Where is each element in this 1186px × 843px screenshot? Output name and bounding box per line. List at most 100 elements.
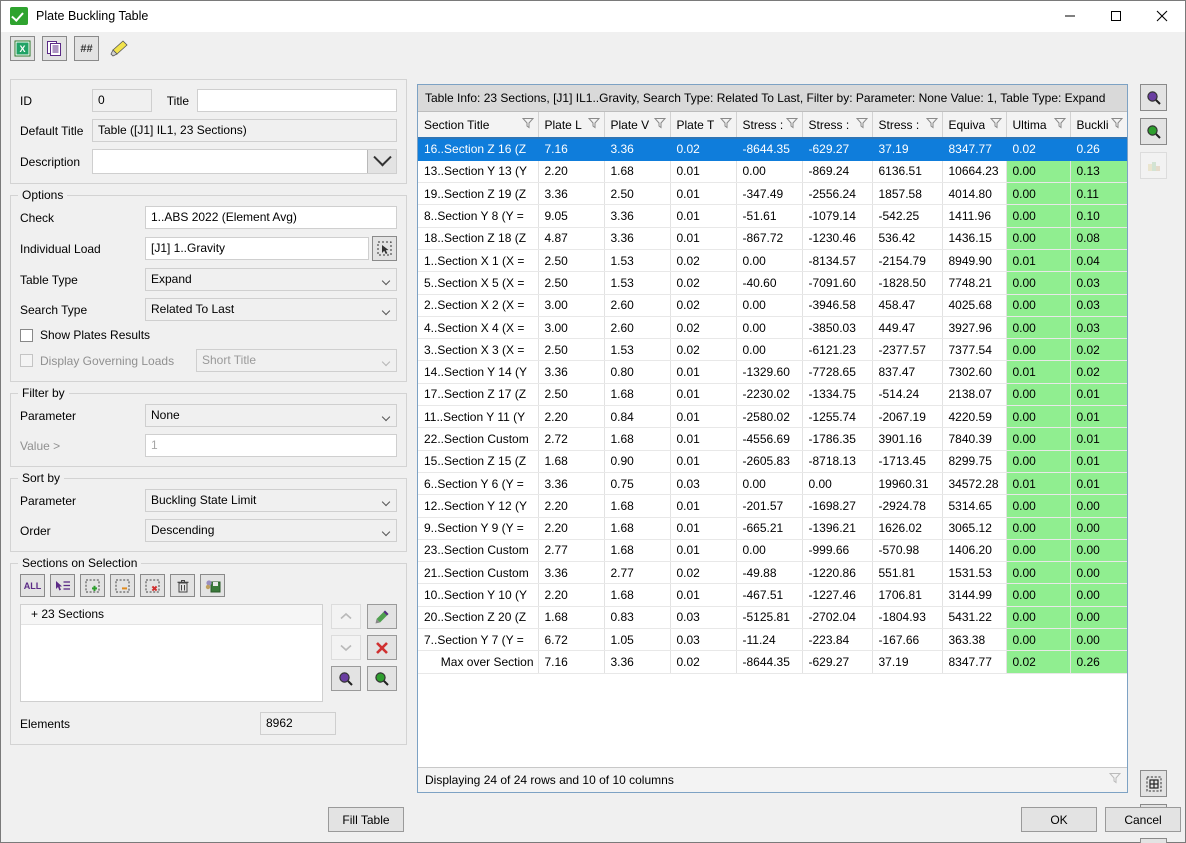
table-cell[interactable]: 0.03 — [670, 629, 736, 651]
table-cell[interactable]: 1531.53 — [942, 562, 1006, 584]
table-cell[interactable]: 7748.21 — [942, 272, 1006, 294]
table-cell[interactable]: 837.47 — [872, 361, 942, 383]
table-cell[interactable]: 3.36 — [604, 205, 670, 227]
table-cell[interactable]: 0.00 — [1006, 272, 1070, 294]
table-cell[interactable]: 0.02 — [670, 651, 736, 673]
cancel-button[interactable]: Cancel — [1105, 807, 1181, 832]
table-cell[interactable]: -1230.46 — [802, 227, 872, 249]
column-header-5[interactable]: Stress : — [802, 112, 872, 138]
filter-icon[interactable] — [522, 117, 534, 132]
table-cell[interactable]: 1.68 — [604, 160, 670, 182]
table-cell[interactable]: 19960.31 — [872, 472, 942, 494]
table-cell[interactable]: 0.00 — [1070, 562, 1127, 584]
table-cell[interactable]: 3.36 — [538, 562, 604, 584]
search-type-select[interactable]: Related To Last — [145, 298, 397, 321]
table-cell[interactable]: 0.01 — [1070, 406, 1127, 428]
select-table-cells-button[interactable] — [1140, 770, 1167, 797]
table-cell[interactable]: 1..Section X 1 (X = — [418, 249, 538, 271]
list-item[interactable]: + 23 Sections — [21, 605, 322, 625]
table-cell[interactable]: 0.00 — [736, 249, 802, 271]
table-cell[interactable]: 0.00 — [1006, 160, 1070, 182]
table-cell[interactable]: -1804.93 — [872, 606, 942, 628]
table-cell[interactable]: 0.00 — [1006, 428, 1070, 450]
table-cell[interactable]: 7..Section Y 7 (Y = — [418, 629, 538, 651]
table-cell[interactable]: -1334.75 — [802, 383, 872, 405]
table-cell[interactable]: 0.01 — [670, 495, 736, 517]
table-cell[interactable]: 0.02 — [670, 339, 736, 361]
table-cell[interactable]: 7302.60 — [942, 361, 1006, 383]
table-cell[interactable]: -570.98 — [872, 539, 942, 561]
table-cell[interactable]: 5431.22 — [942, 606, 1006, 628]
delete-button[interactable] — [170, 574, 195, 597]
table-cell[interactable]: 0.01 — [1070, 472, 1127, 494]
filter-icon[interactable] — [990, 117, 1002, 132]
column-header-1[interactable]: Plate L — [538, 112, 604, 138]
move-down-button[interactable] — [331, 635, 361, 660]
table-cell[interactable]: 0.00 — [1006, 316, 1070, 338]
table-cell[interactable]: 1.68 — [538, 606, 604, 628]
table-cell[interactable]: -1329.60 — [736, 361, 802, 383]
table-row[interactable]: 20..Section Z 20 (Z1.680.830.03-5125.81-… — [418, 606, 1127, 628]
table-cell[interactable]: 15..Section Z 15 (Z — [418, 450, 538, 472]
table-cell[interactable]: 0.01 — [670, 361, 736, 383]
table-cell[interactable]: -1227.46 — [802, 584, 872, 606]
table-cell[interactable]: 1.68 — [604, 517, 670, 539]
add-selection-button[interactable] — [80, 574, 105, 597]
table-cell[interactable]: Max over Section — [418, 651, 538, 673]
table-cell[interactable]: 6..Section Y 6 (Y = — [418, 472, 538, 494]
table-cell[interactable]: 2.50 — [538, 249, 604, 271]
table-cell[interactable]: 22..Section Custom — [418, 428, 538, 450]
table-cell[interactable]: 0.01 — [670, 227, 736, 249]
pick-load-button[interactable] — [372, 236, 397, 261]
table-cell[interactable]: 3.00 — [538, 316, 604, 338]
table-cell[interactable]: -514.24 — [872, 383, 942, 405]
table-cell[interactable]: 0.00 — [1006, 562, 1070, 584]
fill-table-button[interactable]: Fill Table — [328, 807, 404, 832]
table-row[interactable]: 19..Section Z 19 (Z3.362.500.01-347.49-2… — [418, 183, 1127, 205]
table-cell[interactable]: 3.00 — [538, 294, 604, 316]
zoom-selection-button[interactable] — [331, 666, 361, 691]
filter-icon[interactable] — [1111, 117, 1123, 132]
table-cell[interactable]: 11..Section Y 11 (Y — [418, 406, 538, 428]
table-cell[interactable]: 3.36 — [538, 183, 604, 205]
table-cell[interactable]: 23..Section Custom — [418, 539, 538, 561]
table-cell[interactable]: 0.01 — [670, 183, 736, 205]
table-cell[interactable]: -1079.14 — [802, 205, 872, 227]
table-cell[interactable]: 0.00 — [1006, 339, 1070, 361]
table-cell[interactable]: 1.68 — [604, 428, 670, 450]
table-cell[interactable]: 1411.96 — [942, 205, 1006, 227]
table-row[interactable]: 22..Section Custom2.721.680.01-4556.69-1… — [418, 428, 1127, 450]
table-row[interactable]: 15..Section Z 15 (Z1.680.900.01-2605.83-… — [418, 450, 1127, 472]
table-cell[interactable]: 0.01 — [1070, 428, 1127, 450]
table-cell[interactable]: 0.00 — [1006, 584, 1070, 606]
table-cell[interactable]: 2..Section X 2 (X = — [418, 294, 538, 316]
table-cell[interactable]: 0.80 — [604, 361, 670, 383]
table-cell[interactable]: 0.00 — [1006, 383, 1070, 405]
table-row[interactable]: 3..Section X 3 (X = 2.501.530.020.00-612… — [418, 339, 1127, 361]
table-cell[interactable]: 0.26 — [1070, 651, 1127, 673]
table-cell[interactable]: 3.36 — [604, 227, 670, 249]
table-cell[interactable]: 0.00 — [736, 339, 802, 361]
table-cell[interactable]: 2.20 — [538, 160, 604, 182]
table-cell[interactable]: 1.68 — [604, 495, 670, 517]
table-cell[interactable]: 6.72 — [538, 629, 604, 651]
table-cell[interactable]: 8..Section Y 8 (Y = — [418, 205, 538, 227]
table-cell[interactable]: 7.16 — [538, 651, 604, 673]
table-cell[interactable]: 1.05 — [604, 629, 670, 651]
zoom-in-table-button[interactable] — [1140, 84, 1167, 111]
sort-parameter-select[interactable]: Buckling State Limit — [145, 489, 397, 512]
check-field[interactable]: 1..ABS 2022 (Element Avg) — [145, 206, 397, 229]
table-cell[interactable]: -2154.79 — [872, 249, 942, 271]
table-cell[interactable]: -223.84 — [802, 629, 872, 651]
table-cell[interactable]: 458.47 — [872, 294, 942, 316]
table-cell[interactable]: 0.00 — [1006, 606, 1070, 628]
table-cell[interactable]: -665.21 — [736, 517, 802, 539]
display-governing-loads-checkbox[interactable] — [20, 354, 33, 367]
table-cell[interactable]: 1.53 — [604, 339, 670, 361]
table-cell[interactable]: -999.66 — [802, 539, 872, 561]
table-cell[interactable]: 536.42 — [872, 227, 942, 249]
table-cell[interactable]: 3065.12 — [942, 517, 1006, 539]
table-cell[interactable]: 0.90 — [604, 450, 670, 472]
table-cell[interactable]: 2.60 — [604, 294, 670, 316]
table-cell[interactable]: 1436.15 — [942, 227, 1006, 249]
